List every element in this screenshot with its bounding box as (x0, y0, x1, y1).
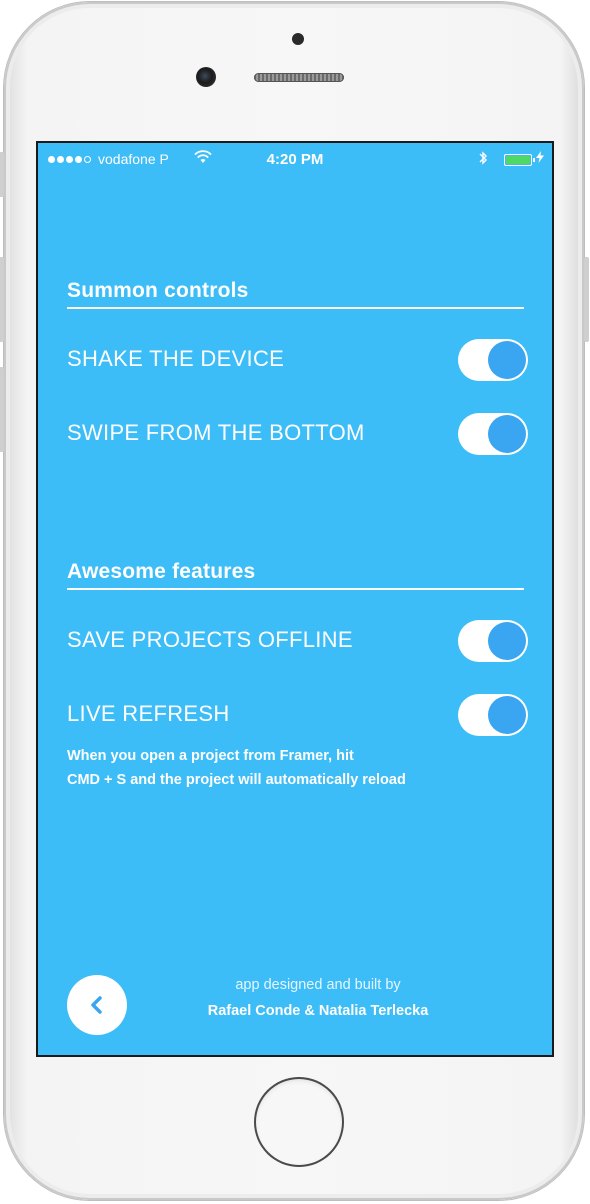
chevron-left-icon (67, 975, 127, 1035)
toggle-knob (488, 622, 526, 660)
toggle-knob (488, 415, 526, 453)
save-offline-toggle[interactable] (458, 620, 528, 662)
live-refresh-label: LIVE REFRESH (67, 701, 230, 726)
bluetooth-icon (478, 150, 488, 169)
credits-line-1: app designed and built by (235, 977, 401, 993)
earpiece-speaker (254, 73, 344, 82)
live-refresh-toggle[interactable] (458, 694, 528, 736)
swipe-bottom-label: SWIPE FROM THE BOTTOM (67, 420, 365, 445)
status-bar: vodafone P 4:20 PM (38, 143, 552, 179)
section-title-awesome-features: Awesome features (67, 560, 256, 583)
section-divider (67, 588, 524, 590)
front-camera (196, 67, 216, 87)
charging-icon (536, 151, 544, 166)
toggle-knob (488, 696, 526, 734)
section-title-summon-controls: Summon controls (67, 279, 249, 302)
battery-icon (504, 154, 535, 166)
home-button[interactable] (254, 1077, 344, 1167)
status-time: 4:20 PM (266, 151, 324, 168)
phone-screen: vodafone P 4:20 PM Summon controls SHAKE… (36, 141, 554, 1057)
live-refresh-description: When you open a project from Framer, hit… (67, 744, 406, 792)
description-line-2: CMD + S and the project will automatical… (67, 772, 406, 788)
swipe-bottom-toggle[interactable] (458, 413, 528, 455)
toggle-knob (488, 341, 526, 379)
save-offline-label: SAVE PROJECTS OFFLINE (67, 627, 353, 652)
power-button (584, 257, 589, 342)
credits-authors: Rafael Conde & Natalia Terlecka (207, 1003, 429, 1019)
mute-switch (0, 152, 4, 197)
settings-screen: vodafone P 4:20 PM Summon controls SHAKE… (38, 143, 552, 1055)
volume-down-button (0, 367, 4, 452)
description-line-1: When you open a project from Framer, hit (67, 748, 354, 764)
shake-device-label: SHAKE THE DEVICE (67, 346, 285, 371)
proximity-sensor (292, 33, 304, 45)
shake-device-toggle[interactable] (458, 339, 528, 381)
section-divider (67, 307, 524, 309)
back-button[interactable] (67, 975, 127, 1035)
volume-up-button (0, 257, 4, 342)
